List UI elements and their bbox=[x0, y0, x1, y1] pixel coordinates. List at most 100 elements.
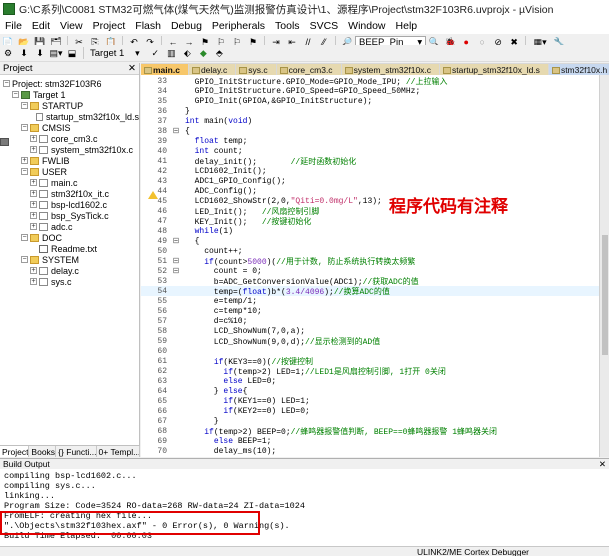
code-line[interactable]: 43 ADC1_GPIO_Config(); bbox=[141, 176, 599, 186]
code-line[interactable]: 49 ⊟ { bbox=[141, 236, 599, 247]
tree-node[interactable]: + core_cm3.c bbox=[0, 133, 139, 144]
target-options-icon[interactable]: ✓ bbox=[148, 47, 162, 60]
collapse-icon[interactable]: − bbox=[12, 91, 19, 98]
expand-icon[interactable]: + bbox=[30, 179, 37, 186]
editor-tab[interactable]: stm32f10x.h bbox=[548, 64, 609, 75]
code-line[interactable]: 59 LCD_ShowNum(9,0,d);//显示检测到的AD值 bbox=[141, 336, 599, 347]
project-panel-tab[interactable]: Books bbox=[29, 446, 57, 457]
tree-node[interactable]: − SYSTEM bbox=[0, 254, 139, 265]
code-line[interactable]: 37 int main(void) bbox=[141, 116, 599, 126]
fold-marker[interactable]: ⊟ bbox=[171, 266, 181, 276]
collapse-icon[interactable]: − bbox=[3, 80, 10, 87]
collapse-icon[interactable]: − bbox=[21, 234, 28, 241]
code-line[interactable]: 57 d=c%10; bbox=[141, 316, 599, 326]
code-line[interactable]: 60 bbox=[141, 346, 599, 356]
code-line[interactable]: 39 float temp; bbox=[141, 136, 599, 146]
code-line[interactable]: 52 ⊟ count = 0; bbox=[141, 266, 599, 277]
editor-tab[interactable]: main.c bbox=[141, 64, 188, 75]
menu-item-project[interactable]: Project bbox=[88, 20, 131, 32]
expand-icon[interactable]: + bbox=[30, 278, 37, 285]
tree-node[interactable]: + bsp_SysTick.c bbox=[0, 210, 139, 221]
tree-node[interactable]: − Target 1 bbox=[0, 89, 139, 100]
code-line[interactable]: 45 LCD1602_ShowStr(2,0,"Qiti=0.0mg/L",13… bbox=[141, 196, 599, 206]
editor-vertical-scrollbar[interactable] bbox=[599, 75, 609, 457]
collapse-icon[interactable]: − bbox=[21, 168, 28, 175]
code-line[interactable]: 44 ADC_Config(); bbox=[141, 186, 599, 196]
code-line[interactable]: 48 while(1) bbox=[141, 226, 599, 236]
code-line[interactable]: 68 if(temp>2) BEEP=0;//蜂鸣器报警值判断, BEEP==0… bbox=[141, 426, 599, 437]
code-line[interactable]: 53 b=ADC_GetConversionValue(ADC1);//获取AD… bbox=[141, 276, 599, 287]
menu-item-window[interactable]: Window bbox=[343, 20, 390, 32]
tree-node[interactable]: − STARTUP bbox=[0, 100, 139, 111]
code-line[interactable]: 36} bbox=[141, 106, 599, 116]
tree-node[interactable]: + bsp-lcd1602.c bbox=[0, 199, 139, 210]
tree-node[interactable]: − USER bbox=[0, 166, 139, 177]
tree-node[interactable]: + adc.c bbox=[0, 221, 139, 232]
close-icon[interactable]: ✕ bbox=[128, 63, 136, 74]
code-line[interactable]: 69 else BEEP=1; bbox=[141, 436, 599, 446]
code-line[interactable]: 70 delay_ms(10); bbox=[141, 446, 599, 456]
collapse-icon[interactable]: − bbox=[21, 124, 28, 131]
code-line[interactable]: 62 if(temp>2) LED=1;//LED1是风扇控制引脚, 1打开 0… bbox=[141, 366, 599, 377]
code-line[interactable]: 65 if(KEY1==0) LED=1; bbox=[141, 396, 599, 406]
code-line[interactable]: 55 e=temp/1; bbox=[141, 296, 599, 306]
close-icon[interactable]: ✕ bbox=[599, 459, 606, 470]
menu-item-svcs[interactable]: SVCS bbox=[305, 20, 344, 32]
expand-icon[interactable]: + bbox=[30, 267, 37, 274]
tree-node[interactable]: Readme.txt bbox=[0, 243, 139, 254]
select-software-icon[interactable]: ⬘ bbox=[212, 47, 226, 60]
chevron-down-icon[interactable]: ▾ bbox=[128, 47, 146, 60]
code-line[interactable]: 35 GPIO_Init(GPIOA,&GPIO_InitStructure); bbox=[141, 96, 599, 106]
tree-node[interactable]: − CMSIS bbox=[0, 122, 139, 133]
code-line[interactable]: 54 temp=(float)b*(3.4/4096);//换算ADC的值 bbox=[141, 286, 599, 297]
pack-installer-icon[interactable]: ◆ bbox=[196, 47, 210, 60]
collapse-icon[interactable]: − bbox=[21, 256, 28, 263]
project-panel-tab[interactable]: 0+ Templ... bbox=[97, 446, 140, 457]
expand-icon[interactable]: + bbox=[21, 157, 28, 164]
tree-node[interactable]: + sys.c bbox=[0, 276, 139, 287]
editor-tab[interactable]: system_stm32f10x.c bbox=[341, 64, 440, 75]
code-line[interactable]: 50 count++; bbox=[141, 246, 599, 256]
code-line[interactable]: 63 else LED=0; bbox=[141, 376, 599, 386]
code-line[interactable]: 51 ⊟ if(count>5000)(//用于计数, 防止系统执行转换太频繁 bbox=[141, 256, 599, 267]
tree-node[interactable]: + main.c bbox=[0, 177, 139, 188]
tree-node[interactable]: + delay.c bbox=[0, 265, 139, 276]
menu-item-view[interactable]: View bbox=[55, 20, 88, 32]
expand-icon[interactable]: + bbox=[30, 190, 37, 197]
collapse-icon[interactable]: − bbox=[21, 102, 28, 109]
rebuild-icon[interactable]: ⬇ bbox=[33, 47, 47, 60]
tree-node[interactable]: + FWLIB bbox=[0, 155, 139, 166]
target-select[interactable]: Target 1 bbox=[87, 48, 127, 59]
code-line[interactable]: 42 LCD1602_Init(); bbox=[141, 166, 599, 176]
code-line[interactable]: 33 GPIO_InitStructure.GPIO_Mode=GPIO_Mod… bbox=[141, 76, 599, 87]
editor-tab[interactable]: sys.c bbox=[236, 64, 276, 75]
editor-tab[interactable]: startup_stm32f10x_ld.s bbox=[440, 64, 548, 75]
load-icon[interactable]: ⬓ bbox=[65, 47, 79, 60]
code-line[interactable]: 71 } bbox=[141, 456, 599, 458]
tree-node[interactable]: − DOC bbox=[0, 232, 139, 243]
project-panel-tab[interactable]: Project bbox=[0, 446, 30, 457]
expand-icon[interactable]: + bbox=[30, 223, 37, 230]
tree-node[interactable]: + system_stm32f10x.c bbox=[0, 144, 139, 155]
batch-build-icon[interactable]: ▤▾ bbox=[49, 47, 63, 60]
code-line[interactable]: 56 c=temp*10; bbox=[141, 306, 599, 316]
expand-icon[interactable]: + bbox=[30, 135, 37, 142]
expand-icon[interactable]: + bbox=[30, 212, 37, 219]
menu-item-flash[interactable]: Flash bbox=[130, 20, 166, 32]
fold-marker[interactable]: ⊟ bbox=[171, 256, 181, 266]
menu-item-tools[interactable]: Tools bbox=[270, 20, 305, 32]
expand-icon[interactable]: + bbox=[30, 201, 37, 208]
code-line[interactable]: 38 ⊟ { bbox=[141, 126, 599, 137]
code-line[interactable]: 41 delay_init(); //延时函数初始化 bbox=[141, 156, 599, 167]
manage-rte-icon[interactable]: ⬖ bbox=[180, 47, 194, 60]
translate-icon[interactable]: ⚙ bbox=[1, 47, 15, 60]
tree-node[interactable]: + stm32f10x_it.c bbox=[0, 188, 139, 199]
build-icon[interactable]: ⬇ bbox=[17, 47, 31, 60]
tree-node[interactable]: − Project: stm32F103R6 bbox=[0, 78, 139, 146]
expand-icon[interactable]: + bbox=[30, 146, 37, 153]
code-line[interactable]: 34 GPIO_InitStructure.GPIO_Speed=GPIO_Sp… bbox=[141, 86, 599, 96]
file-extensions-icon[interactable]: ▥ bbox=[164, 47, 178, 60]
code-line[interactable]: 58 LCD_ShowNum(7,0,a); bbox=[141, 326, 599, 336]
editor-tab[interactable]: core_cm3.c bbox=[276, 64, 341, 75]
menu-item-edit[interactable]: Edit bbox=[27, 20, 55, 32]
